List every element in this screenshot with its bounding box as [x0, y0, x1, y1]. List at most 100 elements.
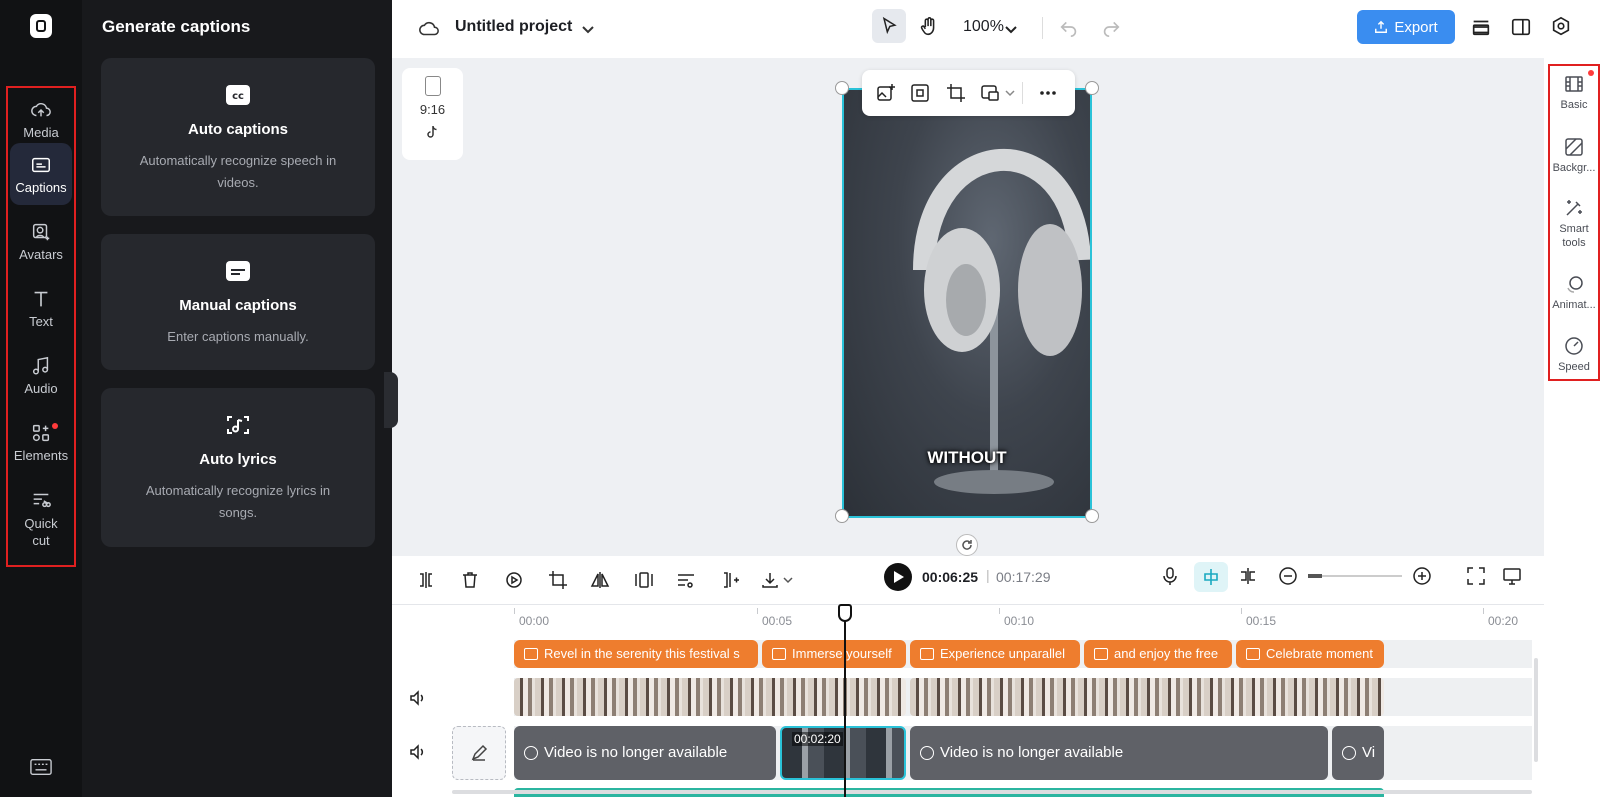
keyboard-shortcuts-icon[interactable]	[30, 758, 52, 776]
resize-handle-top-left[interactable]	[835, 81, 849, 95]
freeze-icon[interactable]	[634, 570, 654, 590]
layers-icon[interactable]	[1470, 16, 1492, 38]
caption-clip[interactable]: Experience unparallel	[910, 640, 1080, 668]
resize-handle-top-right[interactable]	[1085, 81, 1099, 95]
rail-label-media: Media	[23, 124, 59, 140]
app-logo[interactable]	[30, 14, 52, 38]
auto-split-icon[interactable]	[720, 570, 740, 590]
svg-text:cc: cc	[232, 91, 244, 102]
vertical-scrollbar[interactable]	[1534, 658, 1538, 762]
undo-icon[interactable]	[1058, 16, 1080, 38]
track-volume-icon[interactable]	[408, 688, 428, 708]
manual-captions-card[interactable]: Manual captions Enter captions manually.	[101, 234, 375, 370]
zoom-in-icon[interactable]	[1412, 566, 1432, 586]
caption-overlay-text[interactable]: WITHOUT	[844, 448, 1090, 468]
right-label-smart-tools: Smart tools	[1559, 223, 1589, 249]
caption-clip[interactable]: Celebrate moment	[1236, 640, 1384, 668]
rail-item-audio[interactable]: Audio	[10, 344, 72, 406]
collapse-panel-handle[interactable]	[384, 372, 398, 428]
play-icon	[894, 571, 904, 583]
screen-preview-icon[interactable]	[1502, 566, 1522, 586]
ruler-label-20: 00:20	[1488, 614, 1519, 628]
resize-handle-bottom-right[interactable]	[1085, 509, 1099, 523]
edit-clip-icon[interactable]	[676, 570, 696, 590]
cover-edit-slot[interactable]	[452, 726, 506, 780]
mask-icon[interactable]	[980, 83, 1000, 103]
main-track-volume-icon[interactable]	[408, 742, 428, 762]
rail-label-quick-cut: Quick cut	[24, 516, 58, 548]
video-preview[interactable]: WITHOUT	[842, 88, 1092, 518]
rail-item-avatars[interactable]: Avatars	[10, 210, 72, 272]
fit-timeline-icon[interactable]	[1466, 566, 1486, 586]
rail-label-elements: Elements	[13, 447, 69, 463]
hand-tool-icon[interactable]	[918, 16, 940, 38]
redo-icon[interactable]	[1100, 16, 1122, 38]
play-button[interactable]	[884, 563, 912, 591]
auto-captions-card[interactable]: cc Auto captions Automatically recognize…	[101, 58, 375, 216]
rail-item-elements[interactable]: Elements	[10, 411, 72, 473]
download-chevron-icon[interactable]	[782, 570, 794, 590]
replace-image-icon[interactable]	[876, 83, 896, 103]
cloud-upload-icon	[31, 102, 51, 116]
rail-item-captions[interactable]: Captions	[10, 143, 72, 205]
chevron-down-icon[interactable]	[580, 18, 596, 40]
right-item-background[interactable]: Backgr...	[1548, 137, 1600, 175]
select-tool-button[interactable]	[872, 9, 906, 43]
caption-clip[interactable]: and enjoy the free	[1084, 640, 1232, 668]
rail-item-text[interactable]: Text	[10, 277, 72, 339]
timeline-zoom-slider[interactable]	[1308, 575, 1402, 577]
more-options-icon[interactable]	[1038, 83, 1058, 103]
total-duration: 00:17:29	[996, 569, 1051, 585]
rail-label-text: Text	[29, 313, 53, 329]
auto-snap-toggle[interactable]	[1194, 562, 1228, 592]
zoom-chevron-icon[interactable]	[1004, 18, 1018, 40]
video-clip-thumbnails[interactable]	[514, 678, 906, 716]
unavailable-clip[interactable]: Video is no longer available	[910, 726, 1328, 780]
caption-clip[interactable]: Immerse yourself	[762, 640, 906, 668]
split-icon[interactable]	[416, 570, 436, 590]
right-item-basic[interactable]: Basic	[1548, 70, 1600, 112]
ruler-tick	[514, 608, 515, 614]
export-button[interactable]: Export	[1357, 10, 1455, 44]
manual-captions-title: Manual captions	[179, 297, 297, 314]
download-icon[interactable]	[760, 570, 780, 590]
zoom-level[interactable]: 100%	[963, 18, 1004, 36]
rail-item-quick-cut[interactable]: Quick cut	[10, 484, 72, 554]
crop-icon[interactable]	[946, 83, 966, 103]
zoom-out-icon[interactable]	[1278, 566, 1298, 586]
playhead-line[interactable]	[844, 604, 846, 797]
unavailable-clip[interactable]: Vi	[1332, 726, 1384, 780]
cloud-save-icon[interactable]	[418, 18, 440, 40]
auto-lyrics-card[interactable]: Auto lyrics Automatically recognize lyri…	[101, 388, 375, 547]
replay-icon[interactable]	[504, 570, 524, 590]
auto-captions-title: Auto captions	[188, 121, 288, 138]
fit-frame-icon[interactable]	[910, 83, 930, 103]
delete-icon[interactable]	[460, 570, 480, 590]
horizontal-scrollbar[interactable]	[452, 790, 1532, 794]
ruler-label-5: 00:05	[762, 614, 793, 628]
ruler-tick	[1241, 608, 1242, 614]
aspect-ratio-card[interactable]: 9:16	[402, 68, 463, 160]
unavailable-clip[interactable]: Video is no longer available	[514, 726, 776, 780]
speedometer-icon	[1565, 337, 1583, 355]
export-label: Export	[1394, 18, 1438, 36]
caption-clip[interactable]: Revel in the serenity this festival s	[514, 640, 758, 668]
rotate-handle[interactable]	[956, 534, 978, 556]
selected-video-clip[interactable]: 00:02:20	[780, 726, 906, 780]
project-title[interactable]: Untitled project	[455, 18, 572, 36]
video-clip-thumbnails[interactable]	[910, 678, 1384, 716]
panel-layout-icon[interactable]	[1510, 16, 1532, 38]
right-item-smart-tools[interactable]: Smart tools	[1548, 198, 1600, 250]
playhead-handle[interactable]	[838, 604, 852, 622]
right-item-animation[interactable]: Animat...	[1548, 274, 1600, 312]
split-screen-icon[interactable]	[1238, 566, 1258, 586]
flip-icon[interactable]	[590, 570, 610, 590]
right-item-speed[interactable]: Speed	[1548, 336, 1600, 374]
mask-chevron-icon[interactable]	[1004, 88, 1016, 98]
settings-gear-icon[interactable]	[1550, 16, 1572, 38]
resize-handle-bottom-left[interactable]	[835, 509, 849, 523]
rail-item-media[interactable]: Media	[10, 88, 72, 150]
microphone-icon[interactable]	[1160, 566, 1180, 586]
crop-clip-icon[interactable]	[548, 570, 568, 590]
cc-icon: cc	[226, 85, 250, 105]
